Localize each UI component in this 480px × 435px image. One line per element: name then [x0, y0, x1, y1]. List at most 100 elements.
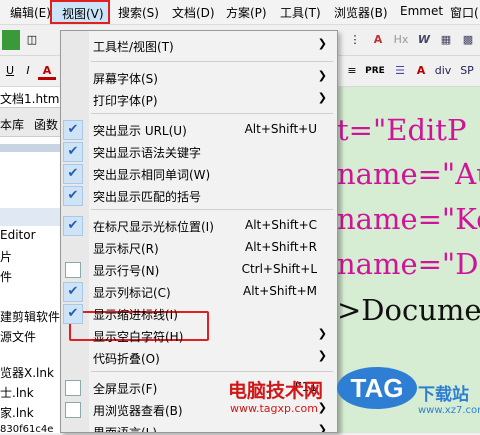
line-number-icon: [65, 262, 81, 278]
menu-emmet[interactable]: Emmet: [400, 4, 443, 18]
menu-browser[interactable]: 浏览器(B): [334, 4, 388, 21]
menu-item[interactable]: 工具栏/视图(T) ❯: [61, 35, 337, 57]
menu-item-shortcut: Alt+Shift+U: [244, 122, 317, 136]
menu-item[interactable]: 显示空白字符(H) ❯: [61, 325, 337, 347]
menu-item-label: 工具栏/视图(T): [93, 40, 174, 54]
menu-scheme[interactable]: 方案(P): [226, 4, 267, 21]
list-item[interactable]: 件: [0, 268, 12, 285]
menu-separator: [91, 61, 333, 62]
align-icon[interactable]: ≡: [342, 61, 362, 81]
menu-item-label: 屏幕字体(S): [93, 72, 158, 86]
menu-item[interactable]: ✔ 突出显示语法关键字: [61, 141, 337, 163]
menu-item-shortcut: Alt+Shift+R: [245, 240, 317, 254]
chevron-right-icon: ❯: [317, 423, 327, 433]
chevron-right-icon: ❯: [317, 327, 327, 340]
menu-window[interactable]: 窗口(: [450, 4, 479, 21]
menu-item[interactable]: 打印字体(P) ❯: [61, 89, 337, 111]
menu-item[interactable]: 代码折叠(O) ❯: [61, 347, 337, 369]
check-icon: ✔: [63, 164, 83, 184]
menu-item-label: 突出显示相同单词(W): [93, 168, 211, 182]
menu-item-label: 显示缩进标线(I): [93, 308, 178, 322]
w-button[interactable]: W: [414, 30, 434, 50]
table-icon[interactable]: ▦: [436, 30, 456, 50]
watermark-download: 下载站: [418, 385, 469, 405]
tab-functions[interactable]: 函数: [34, 116, 58, 133]
pre-button[interactable]: PRE: [362, 61, 388, 81]
menu-item[interactable]: ✔ 显示缩进标线(I): [61, 303, 337, 325]
menu-item[interactable]: ✔ 突出显示相同单词(W): [61, 163, 337, 185]
menu-item[interactable]: ✔ 显示列标记(C) Alt+Shift+M: [61, 281, 337, 303]
list-item[interactable]: 源文件: [0, 328, 36, 345]
menu-item-label: 突出显示语法关键字: [93, 146, 202, 160]
menu-item-shortcut: Alt+Shift+M: [243, 284, 317, 298]
menu-item-label: 显示标尺(R): [93, 242, 159, 256]
menu-item[interactable]: 显示标尺(R) Alt+Shift+R: [61, 237, 337, 259]
code-line: name="Ke: [337, 202, 480, 236]
panel-tabs: 本库 函数: [0, 108, 66, 137]
menu-item-shortcut: Ctrl+Shift+L: [241, 262, 317, 276]
menu-separator: [91, 113, 333, 114]
div-button[interactable]: div: [432, 61, 454, 81]
menu-item-label: 全屏显示(F): [93, 382, 158, 396]
grid-icon[interactable]: ▩: [458, 30, 478, 50]
menu-edit[interactable]: 编辑(E): [10, 4, 51, 21]
menu-item[interactable]: ✔ 突出显示匹配的括号: [61, 185, 337, 207]
underline-button[interactable]: U: [2, 61, 18, 81]
menu-item[interactable]: ✔ 在标尺显示光标位置(I) Alt+Shift+C: [61, 215, 337, 237]
save-icon[interactable]: [2, 30, 20, 50]
chevron-right-icon: ❯: [317, 349, 327, 362]
menu-separator: [91, 371, 333, 372]
menu-item[interactable]: 界面语言(L) ❯: [61, 421, 337, 433]
italic-button[interactable]: I: [20, 61, 36, 81]
font-color-button[interactable]: A: [38, 61, 56, 80]
watermark-download-url: www.xz7.com: [418, 405, 480, 416]
heading-button[interactable]: Hx: [390, 30, 412, 50]
menu-item-label: 在标尺显示光标位置(I): [93, 220, 214, 234]
menu-separator: [91, 209, 333, 210]
check-icon: ✔: [63, 282, 83, 302]
menu-item-label: 显示列标记(C): [93, 286, 171, 300]
code-line: >Documen: [337, 293, 480, 327]
menu-search[interactable]: 搜索(S): [118, 4, 159, 21]
list-icon[interactable]: ☰: [390, 61, 410, 81]
list-item[interactable]: 建剪辑软件: [0, 308, 60, 325]
sp-button[interactable]: SP: [456, 61, 478, 81]
menu-item-label: 界面语言(L): [93, 426, 158, 433]
menu-document[interactable]: 文档(D): [172, 4, 215, 21]
menu-item-shortcut: Alt+Shift+C: [244, 218, 317, 232]
menu-item-label: 显示空白字符(H): [93, 330, 184, 344]
check-icon: ✔: [63, 216, 83, 236]
list-item[interactable]: 览器X.lnk: [0, 364, 54, 381]
list-item[interactable]: 士.lnk: [0, 384, 34, 401]
menu-tools[interactable]: 工具(T): [280, 4, 321, 21]
check-icon: ✔: [63, 142, 83, 162]
watermark-url: www.tagxp.com: [230, 402, 318, 415]
menu-item-label: 代码折叠(O): [93, 352, 160, 366]
separator-icon: ⋮: [349, 33, 361, 46]
file-tab[interactable]: 文档1.html: [0, 87, 66, 108]
list-item[interactable]: 片: [0, 248, 12, 265]
chevron-right-icon: ❯: [317, 37, 327, 50]
list-item[interactable]: Editor: [0, 228, 36, 242]
font-size-icon[interactable]: A: [368, 30, 388, 50]
menu-item[interactable]: 显示行号(N) Ctrl+Shift+L: [61, 259, 337, 281]
menu-item-label: 用浏览器查看(B): [93, 404, 183, 418]
view-dropdown-menu: 工具栏/视图(T) ❯ 屏幕字体(S) ❯ 打印字体(P) ❯ ✔ 突出显示 URL(U) Al…: [60, 30, 338, 433]
tab-library[interactable]: 本库: [0, 116, 24, 133]
a-button[interactable]: A: [412, 61, 430, 81]
panel-scroll-band: [0, 144, 66, 152]
menu-item[interactable]: ✔ 突出显示 URL(U) Alt+Shift+U: [61, 119, 337, 141]
list-item[interactable]: 830f61c4e: [0, 424, 53, 435]
file-tab-label: 文档1.html: [0, 92, 63, 106]
browser-icon: [65, 402, 81, 418]
menu-item-label: 突出显示匹配的括号: [93, 190, 202, 204]
list-item[interactable]: [0, 208, 66, 226]
clipboard-icon[interactable]: ◫: [22, 30, 42, 50]
check-icon: ✔: [63, 120, 83, 140]
menu-view[interactable]: 视图(V): [50, 0, 110, 24]
list-item[interactable]: 家.lnk: [0, 404, 34, 421]
menu-item[interactable]: 屏幕字体(S) ❯: [61, 67, 337, 89]
check-icon: ✔: [63, 304, 83, 324]
left-panel: 本库 函数 Editor 片 件 建剪辑软件 源文件 览器X.lnk 士.lnk…: [0, 108, 67, 435]
chevron-right-icon: ❯: [317, 91, 327, 104]
